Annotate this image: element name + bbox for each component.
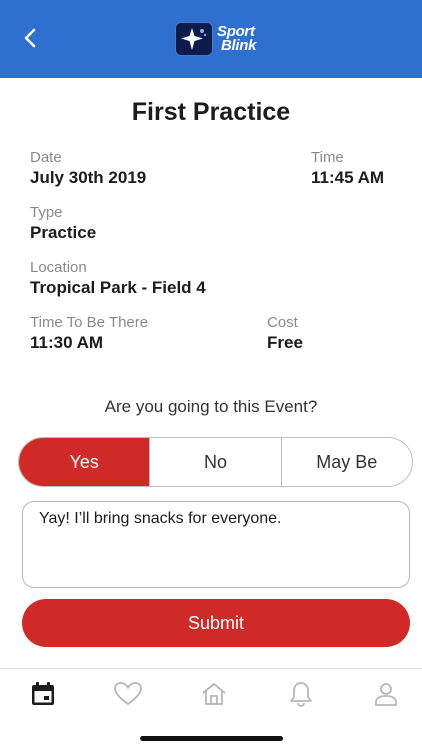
- cost-value: Free: [267, 333, 303, 352]
- app-header: Sport Blink: [0, 0, 422, 78]
- rsvp-segmented-control: Yes No May Be: [18, 437, 413, 487]
- rsvp-question: Are you going to this Event?: [104, 397, 318, 416]
- logo-star-icon: [175, 22, 213, 56]
- arrival-time-field: Time To Be There 11:30 AM: [30, 314, 148, 353]
- type-value: Practice: [30, 223, 97, 242]
- submit-button[interactable]: Submit: [22, 599, 410, 647]
- back-button[interactable]: [14, 22, 46, 54]
- event-title: First Practice: [131, 98, 291, 126]
- location-label: Location: [30, 259, 87, 276]
- arrival-time-label: Time To Be There: [30, 314, 149, 331]
- time-field: Time 11:45 AM: [311, 149, 384, 188]
- tab-home[interactable]: [194, 679, 234, 709]
- bell-icon: [290, 682, 312, 707]
- rsvp-no-button[interactable]: No: [149, 438, 281, 486]
- location-value: Tropical Park - Field 4: [30, 278, 206, 297]
- logo-line2: Blink: [221, 37, 257, 54]
- heart-icon: [114, 682, 142, 706]
- date-value: July 30th 2019: [30, 168, 147, 187]
- time-value: 11:45 AM: [311, 168, 385, 187]
- tab-calendar[interactable]: [23, 679, 63, 709]
- home-icon: [202, 683, 226, 705]
- rsvp-maybe-button[interactable]: May Be: [280, 438, 412, 486]
- date-label: Date: [30, 149, 62, 166]
- time-label: Time: [311, 149, 344, 166]
- home-indicator: [140, 736, 283, 741]
- chevron-left-icon: [24, 28, 36, 48]
- type-label: Type: [30, 204, 63, 221]
- cost-field: Cost Free: [267, 314, 303, 353]
- logo-wordmark: Sport Blink: [217, 24, 257, 54]
- type-field: Type Practice: [30, 204, 96, 243]
- cost-label: Cost: [267, 314, 298, 331]
- calendar-icon: [32, 682, 54, 705]
- date-field: Date July 30th 2019: [30, 149, 146, 188]
- tab-notifications[interactable]: [281, 679, 321, 709]
- tab-favorites[interactable]: [108, 679, 148, 709]
- tab-profile[interactable]: [366, 679, 406, 709]
- location-field: Location Tropical Park - Field 4: [30, 259, 206, 298]
- comment-textarea[interactable]: Yay! I’ll bring snacks for everyone.: [22, 501, 410, 588]
- user-icon: [375, 683, 397, 706]
- rsvp-yes-button[interactable]: Yes: [19, 438, 150, 486]
- arrival-time-value: 11:30 AM: [30, 333, 104, 352]
- sportblink-logo: Sport Blink: [175, 21, 256, 57]
